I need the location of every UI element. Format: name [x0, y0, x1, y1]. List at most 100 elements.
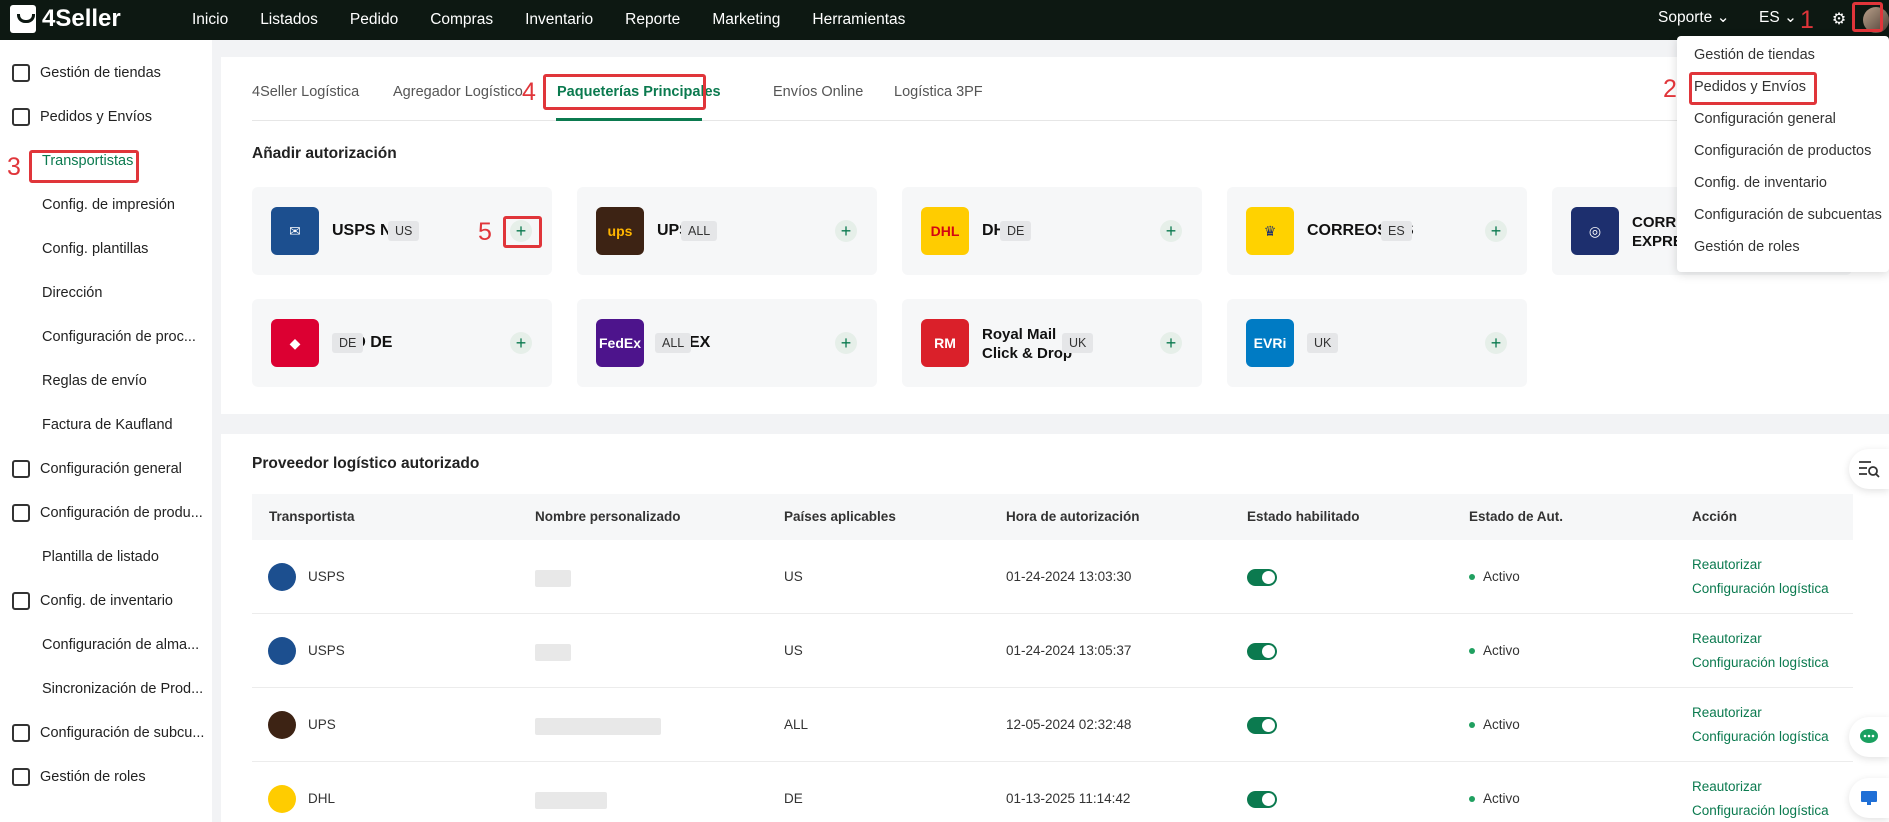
sidebar-item[interactable]: Configuración de produ... [0, 491, 203, 535]
tab[interactable]: Paqueterías Principales [557, 84, 721, 100]
carrier-card: FedExFEDEXALL+ [577, 299, 877, 387]
chevron-down-icon: ⌄ [1784, 9, 1797, 26]
sidebar-item[interactable]: Configuración de alma... [0, 623, 199, 667]
avatar[interactable] [1863, 7, 1889, 33]
chat-icon[interactable] [1849, 717, 1889, 757]
gear-icon[interactable]: ⚙ [1825, 5, 1853, 33]
dropdown-item[interactable]: Pedidos y Envíos [1694, 79, 1806, 95]
redacted-name [535, 718, 661, 735]
settings-sidebar: Gestión de tiendas Pedidos y Envíos Transp… [0, 40, 212, 822]
user-icon [12, 768, 30, 786]
carrier-card: ◆DPD DEDE+ [252, 299, 552, 387]
language-menu[interactable]: ES ⌄ [1759, 8, 1797, 27]
chevron-down-icon: ⌄ [1716, 9, 1730, 26]
tab[interactable]: Envíos Online [773, 84, 863, 100]
tab[interactable]: Logística 3PF [894, 84, 983, 100]
add-icon[interactable]: + [510, 332, 532, 354]
add-icon[interactable]: + [835, 332, 857, 354]
sidebar-item[interactable]: Configuración general [0, 447, 182, 491]
tab[interactable]: 4Seller Logística [252, 84, 359, 100]
nav-item[interactable]: Listados [260, 11, 318, 29]
sidebar-item[interactable]: Gestión de roles [0, 755, 146, 799]
status-dot [1469, 648, 1475, 655]
enabled-toggle[interactable] [1247, 791, 1277, 808]
royal-mail-logo: RM [921, 319, 969, 367]
add-icon[interactable]: + [1485, 332, 1507, 354]
nav-item[interactable]: Compras [430, 11, 493, 29]
country-cell: US [784, 643, 803, 658]
enabled-toggle[interactable] [1247, 717, 1277, 734]
reauthorize-link[interactable]: Reautorizar [1692, 705, 1762, 720]
search-list-icon[interactable] [1849, 449, 1889, 489]
sidebar-item-label: Config. de inventario [40, 593, 173, 609]
dhl-logo: DHL [921, 207, 969, 255]
sidebar-item[interactable]: Configuración de proc... [0, 315, 196, 359]
nav-item[interactable]: Pedido [350, 11, 398, 29]
sidebar-item[interactable]: Config. de impresión [0, 183, 175, 227]
tab[interactable]: Agregador Logístico [393, 84, 523, 100]
add-icon[interactable]: + [1485, 220, 1507, 242]
sidebar-item[interactable]: Factura de Kaufland [0, 403, 173, 447]
country-tag: US [388, 221, 420, 241]
dropdown-item[interactable]: Gestión de roles [1694, 239, 1800, 255]
correos-express-logo: ◎ [1571, 207, 1619, 255]
support-menu[interactable]: Soporte ⌄ [1658, 8, 1730, 27]
usps-logo [268, 637, 296, 665]
correos-logo: ♛ [1246, 207, 1294, 255]
dropdown-item[interactable]: Configuración de productos [1694, 143, 1871, 159]
add-icon[interactable]: + [510, 220, 532, 242]
logistics-config-link[interactable]: Configuración logística [1692, 655, 1829, 670]
enabled-toggle[interactable] [1247, 569, 1277, 586]
dropdown-item[interactable]: Gestión de tiendas [1694, 47, 1815, 63]
sidebar-item-label: Config. plantillas [42, 241, 149, 257]
reauthorize-link[interactable]: Reautorizar [1692, 779, 1762, 794]
logistics-config-link[interactable]: Configuración logística [1692, 581, 1829, 596]
reauthorize-link[interactable]: Reautorizar [1692, 631, 1762, 646]
nav-item[interactable]: Inventario [525, 11, 593, 29]
add-icon[interactable]: + [1160, 220, 1182, 242]
annotation-3: 3 [7, 153, 21, 181]
sidebar-item[interactable]: Plantilla de listado [0, 535, 159, 579]
sidebar-item-label: Dirección [42, 285, 103, 301]
table-row: UPS ALL 12-05-2024 02:32:48 Activo Reautoriz… [252, 688, 1853, 762]
sidebar-item[interactable]: Config. plantillas [0, 227, 148, 271]
country-cell: US [784, 569, 803, 584]
carrier-cell: UPS [308, 717, 336, 732]
nav-item[interactable]: Reporte [625, 11, 680, 29]
carrier-card: ✉ USPS NEW US + [252, 187, 552, 275]
add-icon[interactable]: + [1160, 332, 1182, 354]
sidebar-item[interactable]: Config. de inventario [0, 579, 173, 623]
country-cell: DE [784, 791, 803, 806]
store-icon [12, 64, 30, 82]
sidebar-item-label: Configuración de produ... [40, 505, 203, 521]
dropdown-item[interactable]: Config. de inventario [1694, 175, 1827, 191]
enabled-toggle[interactable] [1247, 643, 1277, 660]
sidebar-item[interactable]: Gestión de tiendas [0, 51, 161, 95]
column-header: Acción [1692, 509, 1738, 524]
sidebar-item[interactable]: Configuración de subcu... [0, 711, 204, 755]
dropdown-item[interactable]: Configuración de subcuentas [1694, 207, 1882, 223]
status-text: Activo [1483, 569, 1520, 584]
usps-logo [268, 563, 296, 591]
dropdown-item[interactable]: Configuración general [1694, 111, 1836, 127]
sidebar-item[interactable]: Reglas de envío [0, 359, 147, 403]
sidebar-item[interactable]: Dirección [0, 271, 102, 315]
carrier-name: Royal Mail Click & Drop [982, 326, 1073, 362]
table-row: USPS US 01-24-2024 13:03:30 Activo Reautoriz… [252, 540, 1853, 614]
sidebar-item[interactable]: Sincronización de Prod... [0, 667, 203, 711]
nav-item[interactable]: Inicio [192, 11, 228, 29]
logistics-config-link[interactable]: Configuración logística [1692, 729, 1829, 744]
reauthorize-link[interactable]: Reautorizar [1692, 557, 1762, 572]
table-row: USPS US 01-24-2024 13:05:37 Activo Reautoriz… [252, 614, 1853, 688]
nav-item[interactable]: Marketing [712, 11, 780, 29]
nav-item[interactable]: Herramientas [812, 11, 905, 29]
add-icon[interactable]: + [835, 220, 857, 242]
country-tag: ALL [681, 221, 718, 241]
carrier-cell: USPS [308, 569, 345, 584]
logistics-config-link[interactable]: Configuración logística [1692, 803, 1829, 818]
carrier-cell: DHL [308, 791, 336, 806]
sidebar-item-label: Gestión de tiendas [40, 65, 161, 81]
monitor-icon[interactable] [1849, 778, 1889, 818]
sidebar-item[interactable]: Pedidos y Envíos [0, 95, 152, 139]
app-logo[interactable]: 4Seller [10, 5, 121, 33]
